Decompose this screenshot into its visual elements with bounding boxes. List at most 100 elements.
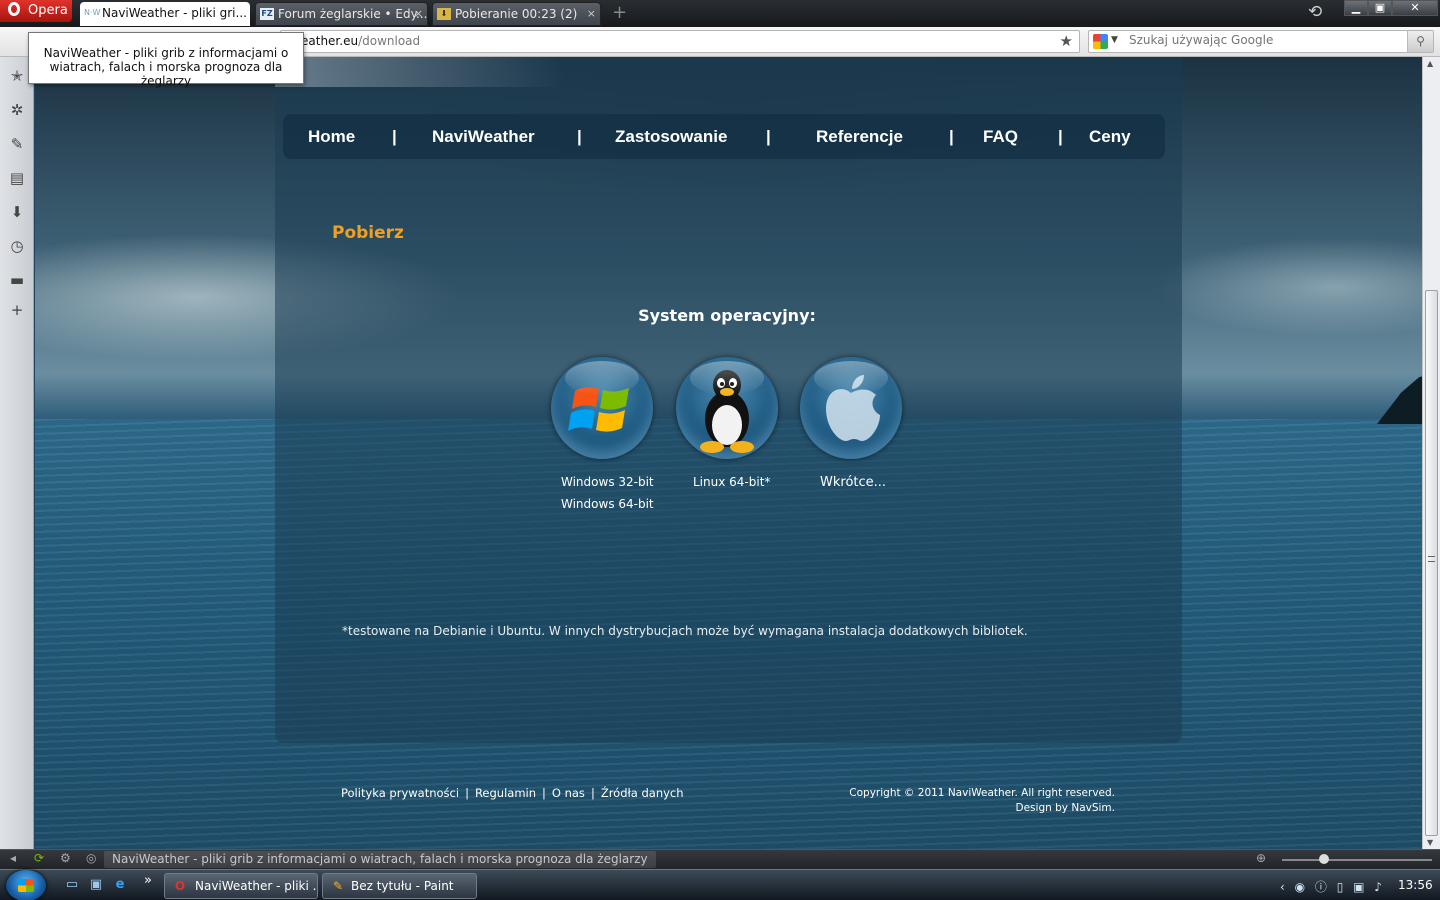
- mac-download-button[interactable]: [800, 357, 902, 459]
- notes-panel-icon[interactable]: ▤: [8, 169, 26, 187]
- address-field[interactable]: eather.eu/download ★: [280, 30, 1080, 53]
- taskbar-button-paint[interactable]: ✎ Bez tytułu - Paint: [322, 873, 477, 899]
- tab-naviweather[interactable]: N·W NaviWeather - pliki gri...: [80, 2, 250, 26]
- tab-forum[interactable]: FZ Forum żeglarskie • Edy... ×: [255, 2, 428, 26]
- nav-naviweather[interactable]: NaviWeather: [432, 127, 535, 147]
- turbo-icon[interactable]: ⟳: [34, 851, 44, 865]
- paint-icon: ✎: [332, 879, 344, 893]
- windows-download-button[interactable]: [551, 357, 653, 459]
- minimize-button[interactable]: ▁: [1344, 0, 1368, 16]
- copyright: Copyright © 2011 NaviWeather. All right …: [815, 786, 1115, 816]
- search-input[interactable]: [1129, 33, 1399, 47]
- footer-links: Polityka prywatności | Regulamin | O nas | Źró…: [341, 786, 684, 800]
- speed-dial-icon[interactable]: ◎: [86, 851, 96, 865]
- zoom-slider-knob[interactable]: [1319, 854, 1329, 864]
- history-panel-icon[interactable]: ◷: [8, 237, 26, 255]
- footer-link-about[interactable]: O nas: [552, 786, 585, 800]
- design-credit: Design by NavSim.: [815, 801, 1115, 816]
- windows-32bit-link[interactable]: Windows 32-bit: [561, 475, 654, 489]
- mac-coming-soon: Wkrótce...: [820, 475, 887, 490]
- header-image-strip: [275, 57, 565, 87]
- os-heading: System operacyjny:: [638, 306, 816, 325]
- nav-separator: |: [577, 127, 582, 146]
- new-tab-button[interactable]: +: [612, 3, 627, 23]
- panel-toggle-icon[interactable]: ◂: [10, 851, 16, 865]
- downloads-panel-icon[interactable]: ⬇: [8, 203, 26, 221]
- windows-64bit-link[interactable]: Windows 64-bit: [561, 497, 654, 511]
- url-text[interactable]: eather.eu/download: [301, 34, 420, 48]
- footer-link-data-sources[interactable]: Źródła danych: [601, 786, 684, 800]
- close-window-button[interactable]: ✕: [1392, 0, 1438, 16]
- add-panel-icon[interactable]: +: [8, 301, 26, 319]
- nav-home[interactable]: Home: [308, 127, 355, 147]
- page-viewport: Home | NaviWeather | Zastosowanie | Refe…: [35, 57, 1422, 849]
- maximize-button[interactable]: ▣: [1368, 0, 1392, 16]
- nav-referencje[interactable]: Referencje: [816, 127, 903, 147]
- tab-downloads[interactable]: ⬇ Pobieranie 00:23 (2) ×: [432, 2, 601, 26]
- system-tray-icons[interactable]: ‹ ◉ ⓘ ▯ ▣ ♪: [1280, 878, 1385, 895]
- scroll-down-arrow-icon[interactable]: ▼: [1427, 838, 1433, 847]
- tux-penguin-icon: [700, 370, 754, 453]
- nav-zastosowanie[interactable]: Zastosowanie: [615, 127, 727, 147]
- unite-panel-icon[interactable]: ✎: [8, 135, 26, 153]
- widgets-panel-icon[interactable]: ✲: [8, 101, 26, 119]
- tab-close-icon[interactable]: ×: [414, 3, 423, 25]
- copyright-text: Copyright © 2011 NaviWeather. All right …: [849, 787, 1115, 799]
- footer-separator: |: [465, 786, 469, 800]
- bookmark-star-icon[interactable]: ★: [1060, 32, 1073, 50]
- footer-link-terms[interactable]: Regulamin: [475, 786, 536, 800]
- links-panel-icon[interactable]: ▬: [8, 271, 26, 289]
- design-credit-prefix: Design by: [1015, 802, 1068, 814]
- page-scrollbar[interactable]: ▲ ▼: [1422, 57, 1440, 849]
- main-navigation: Home | NaviWeather | Zastosowanie | Refe…: [283, 114, 1165, 159]
- apple-logo-icon: [826, 375, 880, 441]
- navsim-link[interactable]: NavSim.: [1071, 802, 1115, 814]
- nav-separator: |: [766, 127, 771, 146]
- windows-taskbar: ▭ ▣ e » O NaviWeather - pliki ... ✎ Bez …: [0, 869, 1440, 900]
- tab-label: Pobieranie 00:23 (2): [455, 7, 578, 21]
- scroll-up-arrow-icon[interactable]: ▲: [1427, 59, 1433, 68]
- url-path: /download: [358, 34, 421, 48]
- download-favicon: ⬇: [437, 8, 451, 20]
- zoom-slider[interactable]: [1282, 859, 1432, 861]
- island-silhouette: [1377, 372, 1422, 424]
- opera-logo-icon: [8, 2, 20, 16]
- internet-explorer-icon[interactable]: e: [112, 878, 128, 892]
- nav-separator: |: [392, 127, 397, 146]
- nav-separator: |: [949, 127, 954, 146]
- windows-flag-icon: [18, 879, 34, 892]
- start-button[interactable]: [6, 870, 46, 900]
- closed-tabs-history-icon[interactable]: ⟲: [1308, 2, 1322, 22]
- google-icon[interactable]: ▼: [1093, 34, 1121, 50]
- tab-tooltip: NaviWeather - pliki grib z informacjami …: [28, 32, 304, 88]
- tab-label: Forum żeglarskie • Edy...: [278, 7, 428, 21]
- tab-close-icon[interactable]: ×: [587, 3, 596, 25]
- naviweather-favicon: N·W: [84, 8, 101, 17]
- unite-icon[interactable]: ⚙: [60, 851, 71, 865]
- linux-64bit-link[interactable]: Linux 64-bit*: [693, 475, 770, 489]
- browser-tab-bar: Opera N·W NaviWeather - pliki gri... FZ …: [0, 0, 1440, 27]
- taskbar-button-opera[interactable]: O NaviWeather - pliki ...: [164, 873, 318, 899]
- bookmarks-panel-icon[interactable]: ✭: [8, 67, 26, 85]
- linux-download-button[interactable]: [676, 357, 778, 459]
- switch-windows-icon[interactable]: ▣: [88, 878, 104, 892]
- url-host: eather.eu: [301, 34, 359, 48]
- tab-label: NaviWeather - pliki gri...: [102, 6, 247, 20]
- taskbar-button-label: NaviWeather - pliki ...: [195, 879, 318, 893]
- footer-separator: |: [590, 786, 595, 800]
- browser-status-bar: ◂ ⟳ ⚙ ◎ NaviWeather - pliki grib z infor…: [0, 849, 1440, 869]
- opera-menu-button[interactable]: Opera: [0, 0, 72, 22]
- quick-launch-more-icon[interactable]: »: [140, 874, 156, 888]
- nav-separator: |: [1058, 127, 1063, 146]
- footer-link-privacy[interactable]: Polityka prywatności: [341, 786, 459, 800]
- zoom-icon[interactable]: ⊕: [1256, 851, 1266, 865]
- magnifier-icon[interactable]: ⚲: [1407, 31, 1433, 52]
- search-field[interactable]: ▼ ⚲: [1088, 30, 1434, 53]
- show-desktop-icon[interactable]: ▭: [64, 878, 80, 892]
- nav-ceny[interactable]: Ceny: [1089, 127, 1131, 147]
- status-text: NaviWeather - pliki grib z informacjami …: [104, 851, 656, 868]
- taskbar-clock[interactable]: 13:56: [1398, 878, 1433, 892]
- scroll-thumb[interactable]: [1425, 290, 1438, 836]
- footer-separator: |: [542, 786, 546, 800]
- nav-faq[interactable]: FAQ: [983, 127, 1018, 147]
